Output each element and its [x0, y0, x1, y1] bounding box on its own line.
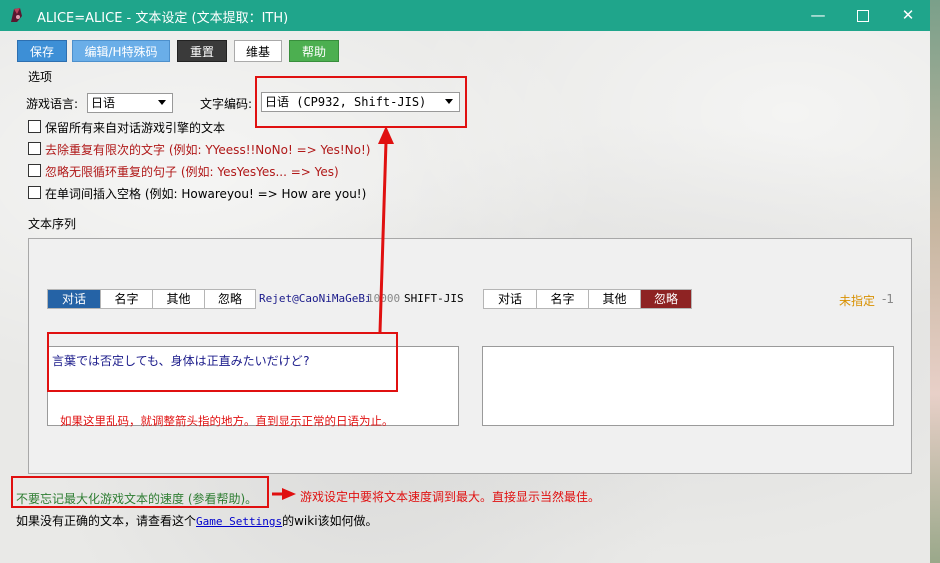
arrow-up-line: [378, 141, 388, 333]
footer-line: 如果没有正确的文本，请查看这个Game Settings的wiki该如何做。: [16, 512, 378, 529]
footer-text-before: 如果没有正确的文本，请查看这个: [16, 514, 197, 528]
desktop-background-edge: [930, 0, 940, 563]
speed-note: 游戏设定中要将文本速度调到最大。直接显示当然最佳。: [300, 490, 601, 504]
footer-text-after: 的wiki该如何做。: [282, 514, 378, 528]
game-settings-link[interactable]: Game Settings: [196, 515, 282, 528]
arrow-right-head: [282, 488, 296, 500]
annotation-arrows: [272, 126, 394, 500]
settings-window: ALICE=ALICE - 文本设定 (文本提取：ITH) — ✕ 保存 编辑/…: [0, 0, 930, 563]
arrow-up-head: [378, 126, 394, 144]
speed-tip: 不要忘记最大化游戏文本的速度 (参看帮助)。: [16, 492, 258, 506]
